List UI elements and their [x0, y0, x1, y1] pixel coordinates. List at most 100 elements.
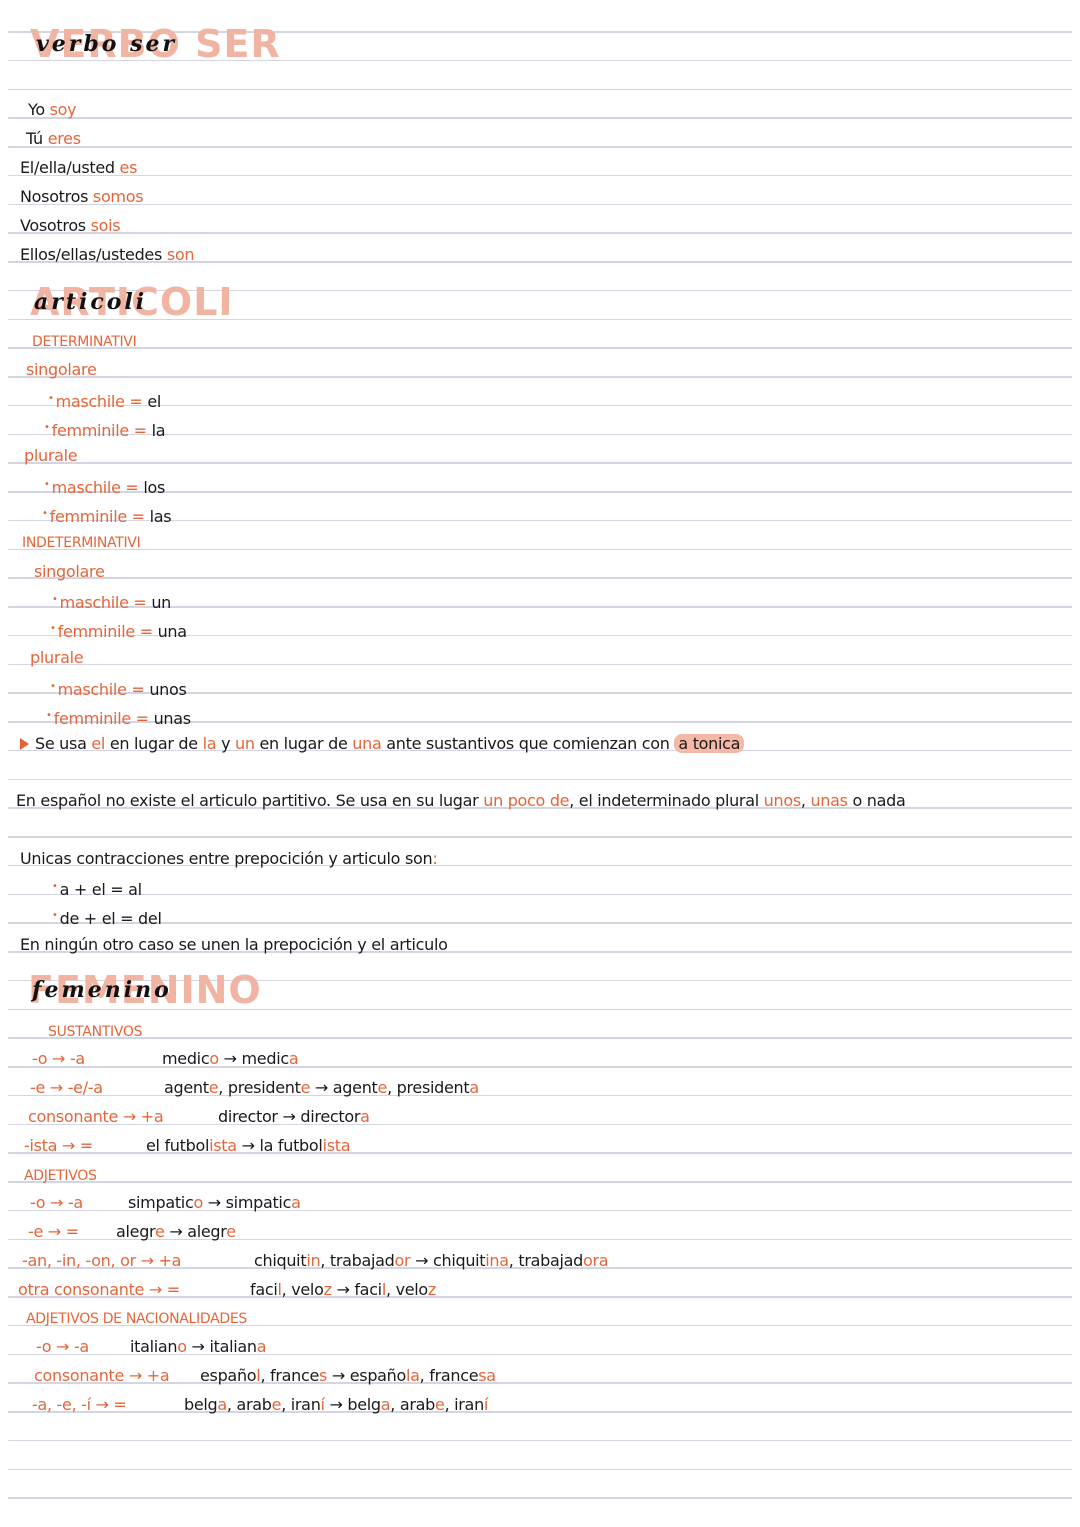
bullet-icon: • — [52, 910, 58, 921]
example-text: , arab — [226, 1395, 272, 1414]
ending-accent: la — [406, 1366, 420, 1385]
verb-form: soy — [49, 100, 77, 119]
example-text: → faci — [331, 1280, 382, 1299]
note-accent: unas — [810, 791, 848, 810]
ruled-line — [8, 347, 1072, 349]
verb-form: son — [166, 245, 195, 264]
gender-label: maschile = — [57, 680, 145, 699]
example-text: , trabajad — [508, 1251, 584, 1270]
gender-rule: -o → -a — [36, 1337, 89, 1356]
example-text: → director — [277, 1107, 361, 1126]
conjugation-row: Vosotros sois — [20, 216, 121, 236]
ending-accent: in — [306, 1251, 321, 1270]
heading-articoli-script: articoli — [34, 289, 148, 315]
article-value: un — [151, 593, 171, 612]
article-value: una — [157, 622, 187, 641]
example-text: belg — [184, 1395, 218, 1414]
gender-rule: otra consonante → = — [18, 1280, 180, 1299]
ruled-line — [8, 404, 1072, 407]
pronoun: Nosotros — [20, 187, 89, 206]
article-value: el — [147, 392, 162, 411]
example-text: , iran — [444, 1395, 485, 1414]
article-value: unos — [149, 680, 187, 699]
note-a-tonica: Se usa el en lugar de la y un en lugar d… — [20, 734, 745, 754]
gender-example: facil, veloz → facil, veloz — [250, 1280, 436, 1300]
contracciones-outro: En ningún otro caso se unen la prepocici… — [20, 935, 448, 954]
verb-form: somos — [92, 187, 144, 206]
triangle-bullet-icon — [20, 738, 29, 750]
ruled-line — [8, 232, 1072, 234]
gender-example: simpatico → simpatica — [128, 1193, 301, 1213]
example-text: , velo — [386, 1280, 428, 1299]
bullet-icon: • — [48, 393, 54, 404]
example-text: → españo — [327, 1366, 407, 1385]
subtitle-singolare: singolare — [26, 360, 97, 379]
ending-accent: sa — [478, 1366, 496, 1385]
example-text: chiquit — [254, 1251, 307, 1270]
gender-rule: -ista → = — [24, 1136, 93, 1155]
ruled-line — [8, 1439, 1072, 1442]
contraccion-row: • a + el = al — [52, 877, 142, 900]
ruled-line — [8, 1181, 1072, 1183]
article-row: • maschile = el — [48, 389, 161, 412]
bullet-icon: • — [50, 623, 56, 634]
article-value: la — [151, 421, 166, 440]
gender-example: alegre → alegre — [116, 1222, 236, 1242]
bullet-icon: • — [46, 710, 52, 721]
conjugation-row: Nosotros somos — [20, 187, 144, 207]
gender-label: maschile = — [51, 478, 139, 497]
gender-example: director → directora — [218, 1107, 370, 1127]
bullet-icon: • — [52, 594, 58, 605]
subtitle-singolare: singolare — [34, 562, 105, 581]
ending-accent: a — [380, 1395, 391, 1414]
ending-accent: o — [177, 1337, 187, 1356]
ending-accent: o — [193, 1193, 203, 1212]
pronoun: Ellos/ellas/ustedes — [20, 245, 163, 264]
gender-rule: -an, -in, -on, or → +a — [22, 1251, 182, 1270]
note-accent: : — [432, 849, 438, 868]
example-text: → italian — [186, 1337, 257, 1356]
note-text: En español no existe el articulo partiti… — [16, 791, 484, 810]
section-title-indeterminativi: INDETERMINATIVI — [22, 535, 141, 551]
ending-accent: o — [209, 1049, 219, 1068]
gender-rule: -e → -e/-a — [30, 1078, 103, 1097]
note-text: en lugar de — [254, 734, 353, 753]
ending-accent: e — [226, 1222, 236, 1241]
gender-label: femminile = — [57, 622, 153, 641]
example-text: medic — [162, 1049, 210, 1068]
gender-example: agente, presidente → agente, presidenta — [164, 1078, 479, 1098]
ending-accent: s — [319, 1366, 328, 1385]
ending-accent: ista — [209, 1136, 237, 1155]
article-value: unas — [153, 709, 192, 728]
example-text: director — [218, 1107, 278, 1126]
gender-rule: -a, -e, -í → = — [32, 1395, 127, 1414]
example-text: , iran — [281, 1395, 321, 1414]
ruled-line — [8, 433, 1072, 435]
example-text: → medic — [218, 1049, 290, 1068]
article-row: • femminile = unas — [46, 706, 191, 729]
ending-accent: a — [469, 1078, 479, 1097]
ending-accent: í — [483, 1395, 489, 1414]
contraccion-text: a + el = al — [59, 880, 143, 899]
bullet-icon: • — [44, 479, 50, 490]
ending-accent: a — [288, 1049, 299, 1068]
gender-rule: consonante → +a — [34, 1366, 170, 1385]
ending-accent: e — [154, 1222, 165, 1241]
gender-rule: -o → -a — [30, 1193, 83, 1212]
ruled-line — [8, 922, 1072, 924]
example-text: → agent — [310, 1078, 378, 1097]
subtitle-plurale: plurale — [24, 446, 78, 465]
example-text: españo — [200, 1366, 257, 1385]
note-accent: el — [91, 734, 106, 753]
note-text: en lugar de — [105, 734, 203, 753]
gender-label: maschile = — [59, 593, 147, 612]
ending-accent: a — [217, 1395, 227, 1414]
example-text: , france — [260, 1366, 320, 1385]
note-partitivo: En español no existe el articulo partiti… — [16, 791, 906, 811]
note-text: Unicas contracciones entre prepocición y… — [20, 849, 433, 868]
heading-verbo-ser-script: verbo ser — [36, 31, 178, 57]
gender-label: femminile = — [49, 507, 145, 526]
verb-form: es — [119, 158, 138, 177]
ending-accent: ista — [322, 1136, 351, 1155]
ending-accent: z — [427, 1280, 437, 1299]
